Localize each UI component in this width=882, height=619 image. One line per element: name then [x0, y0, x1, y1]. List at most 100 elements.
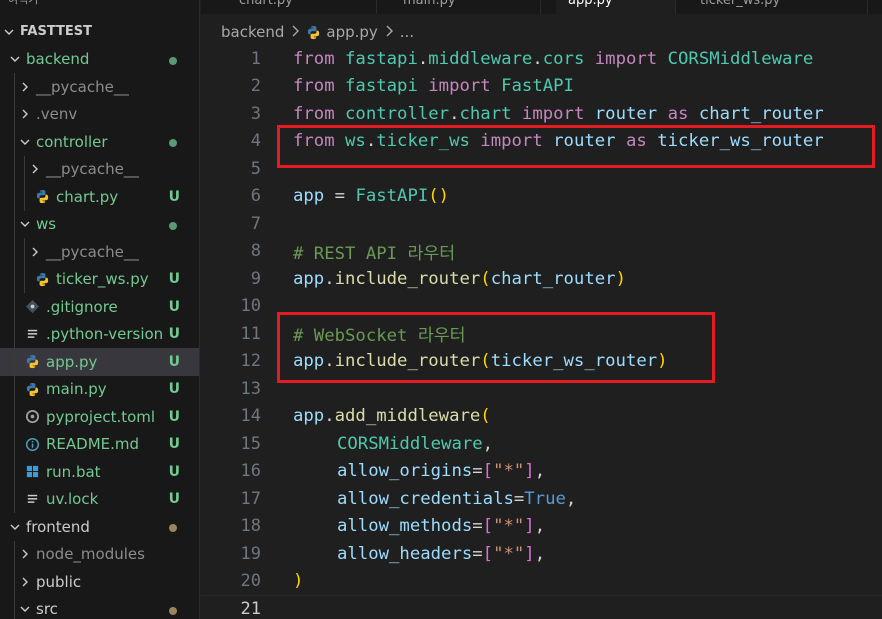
- tree-file[interactable]: .gitignore U: [0, 293, 199, 321]
- tree-folder[interactable]: ws: [0, 210, 199, 238]
- tree-item-label: .python-version: [46, 325, 164, 344]
- code-token: =: [513, 488, 525, 509]
- explorer-sidebar: 여택기 FASTTEST backend __pycache__ .venv contr…: [0, 0, 200, 619]
- explorer-root[interactable]: FASTTEST: [0, 18, 199, 46]
- tree-folder[interactable]: __pycache__: [0, 155, 199, 183]
- code-token: import: [594, 48, 658, 69]
- code-token: ]: [524, 461, 535, 482]
- tree-folder[interactable]: __pycache__: [0, 238, 199, 266]
- code-line[interactable]: 17 allow_credentials=True,: [201, 485, 882, 513]
- code-token: ,: [534, 461, 546, 482]
- code-line[interactable]: 1 from fastapi.middleware.cors import COR…: [201, 45, 882, 73]
- gitignore-file-icon: [24, 299, 40, 315]
- breadcrumb-folder[interactable]: backend: [221, 23, 284, 41]
- chevron-down-icon[interactable]: [18, 135, 32, 149]
- tree-folder[interactable]: public: [0, 568, 199, 596]
- git-status-untracked-badge: U: [168, 298, 180, 315]
- chevron-down-icon[interactable]: [8, 52, 22, 66]
- code-token: app: [293, 186, 325, 207]
- chevron-right-icon[interactable]: [28, 162, 42, 176]
- tab-app-py[interactable]: app.py: [556, 0, 676, 14]
- tree-folder[interactable]: controller: [0, 128, 199, 156]
- tree-folder[interactable]: __pycache__: [0, 73, 199, 101]
- chevron-right-icon[interactable]: [18, 575, 32, 589]
- code-line[interactable]: 14 app.add_middleware(: [201, 403, 882, 431]
- file-tree: FASTTEST backend __pycache__ .venv controlle…: [0, 18, 199, 619]
- tree-file[interactable]: chart.py U: [0, 183, 199, 211]
- code-token: include_router: [334, 268, 481, 289]
- tree-file[interactable]: README.md U: [0, 430, 199, 458]
- code-text: allow_credentials=True,: [293, 489, 576, 509]
- tree-item-label: chart.py: [56, 187, 119, 206]
- tree-folder[interactable]: frontend: [0, 513, 199, 541]
- code-text: allow_headers=["*"],: [293, 544, 545, 564]
- chevron-down-icon[interactable]: [2, 25, 16, 39]
- breadcrumb-more[interactable]: ...: [400, 23, 414, 41]
- tree-item-label: run.bat: [46, 462, 101, 481]
- code-line[interactable]: 15 CORSMiddleware,: [201, 430, 882, 458]
- chevron-down-icon[interactable]: [8, 520, 22, 534]
- line-number: 19: [240, 543, 261, 564]
- breadcrumb: backend app.py ...: [221, 20, 414, 44]
- line-number: 12: [240, 351, 261, 372]
- line-number: 4: [250, 131, 261, 152]
- line-number: 21: [240, 598, 261, 619]
- chevron-right-icon[interactable]: [28, 245, 42, 259]
- code-line[interactable]: 18 allow_methods=["*"],: [201, 513, 882, 541]
- chevron-right-icon[interactable]: [18, 80, 32, 94]
- code-line[interactable]: 19 allow_headers=["*"],: [201, 540, 882, 568]
- code-line[interactable]: 20): [201, 568, 882, 596]
- tree-file[interactable]: run.bat U: [0, 458, 199, 486]
- tree-file[interactable]: ticker_ws.py U: [0, 265, 199, 293]
- code-token: ): [293, 571, 304, 592]
- git-modified-dot-icon: [169, 139, 177, 147]
- chevron-down-icon[interactable]: [18, 602, 32, 616]
- tab-chart-py[interactable]: chart.py: [227, 0, 377, 14]
- code-token: router: [594, 103, 658, 124]
- tree-file[interactable]: .python-version U: [0, 320, 199, 348]
- tab-main-py[interactable]: main.py: [391, 0, 541, 14]
- code-token: True: [524, 488, 566, 509]
- indent-guide: [14, 128, 15, 156]
- tree-file[interactable]: pyproject.toml U: [0, 403, 199, 431]
- tree-item-label: backend: [26, 50, 90, 69]
- tree-file[interactable]: main.py U: [0, 375, 199, 403]
- tree-folder[interactable]: node_modules: [0, 540, 199, 568]
- git-modified-dot-icon: [169, 524, 177, 532]
- tree-item-label: __pycache__: [36, 77, 129, 96]
- tab-ticker-ws-py[interactable]: ticker_ws.py: [688, 0, 868, 14]
- tree-item-label: .gitignore: [46, 297, 118, 316]
- tree-folder[interactable]: src: [0, 595, 199, 619]
- line-number: 17: [240, 488, 261, 509]
- chevron-down-icon[interactable]: [18, 217, 32, 231]
- tree-file[interactable]: app.py U: [0, 348, 199, 376]
- code-token: from: [293, 48, 335, 69]
- indent-guide: [14, 100, 15, 128]
- code-line[interactable]: 3 from controller.chart import router as …: [201, 100, 882, 128]
- tree-folder[interactable]: .venv: [0, 100, 199, 128]
- code-token: =: [472, 516, 483, 537]
- text-file-icon: [24, 326, 40, 342]
- breadcrumb-file[interactable]: app.py: [326, 23, 377, 41]
- chevron-right-icon[interactable]: [18, 547, 32, 561]
- indent-guide: [14, 540, 15, 568]
- chevron-right-icon[interactable]: [18, 107, 32, 121]
- code-line[interactable]: 6 app = FastAPI(): [201, 183, 882, 211]
- code-line[interactable]: 7: [201, 210, 882, 238]
- indent-guide: [14, 568, 15, 596]
- breadcrumb-chevron-icon: [384, 23, 394, 41]
- tree-folder[interactable]: backend: [0, 46, 199, 74]
- code-line[interactable]: 2 from fastapi import FastAPI: [201, 73, 882, 101]
- indent-guide: [14, 210, 15, 238]
- code-line[interactable]: 8 # REST API 라우터: [201, 238, 882, 266]
- code-line[interactable]: 16 allow_origins=["*"],: [201, 458, 882, 486]
- tree-file[interactable]: uv.lock U: [0, 485, 199, 513]
- line-number: 9: [250, 268, 261, 289]
- code-line[interactable]: 9 app.include_router(chart_router): [201, 265, 882, 293]
- code-line[interactable]: 21: [201, 595, 882, 619]
- sidebar-header-partial: 여택기: [0, 0, 199, 14]
- indent-guide: [24, 265, 25, 293]
